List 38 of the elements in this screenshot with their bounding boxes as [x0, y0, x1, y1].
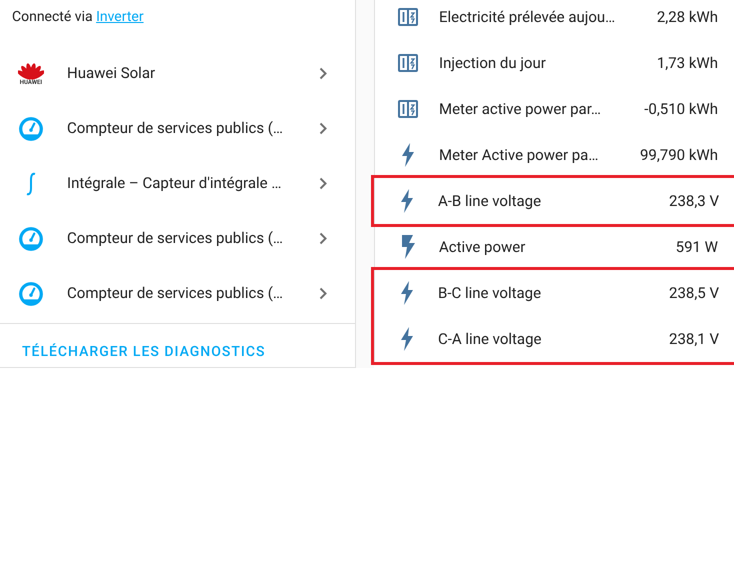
device-item[interactable]: Intégrale – Capteur d'intégrale … [0, 156, 355, 211]
entity-name: Meter Active power pa… [439, 144, 600, 166]
entity-value: 238,3 V [669, 190, 719, 212]
chevron-right-icon [319, 287, 327, 300]
entity-value: 99,790 kWh [640, 144, 718, 166]
gauge-icon [18, 116, 44, 142]
entity-value: -0,510 kWh [644, 98, 718, 120]
counter-icon [397, 7, 419, 27]
counter-icon [397, 99, 419, 119]
entity-name: Meter active power par… [439, 98, 602, 120]
entity-name: C-A line voltage [438, 328, 542, 350]
entity-name: Injection du jour [439, 52, 547, 74]
entity-value: 238,5 V [669, 282, 719, 304]
entity-name: Electricité prélevée aujou… [439, 6, 616, 28]
lightning-icon [400, 189, 414, 213]
gauge-icon [18, 280, 44, 306]
entity-name: Active power [439, 236, 526, 258]
chevron-right-icon [319, 177, 327, 190]
entity-value: 591 W [676, 236, 718, 258]
device-item[interactable]: Compteur de services publics (… [0, 266, 355, 321]
counter-icon [397, 53, 419, 73]
entity-name: B-C line voltage [438, 282, 542, 304]
integral-icon [24, 172, 38, 196]
lightning-icon [401, 143, 415, 167]
lightning-icon [400, 281, 414, 305]
chevron-right-icon [319, 122, 327, 135]
entity-name: A-B line voltage [438, 190, 542, 212]
chevron-right-icon [319, 232, 327, 245]
lightning-icon [400, 327, 414, 351]
chevron-right-icon [319, 67, 327, 80]
device-item[interactable]: Compteur de services publics (… [0, 211, 355, 266]
gauge-icon [18, 226, 44, 252]
entity-value: 1,73 kWh [656, 52, 718, 74]
device-item[interactable]: Compteur de services publics (… [0, 101, 355, 156]
lightning-icon [400, 235, 416, 259]
connection-text: Connecté via Inverter [12, 9, 144, 25]
entity-value: 238,1 V [669, 328, 719, 350]
entity-value: 2,28 kWh [656, 6, 718, 28]
